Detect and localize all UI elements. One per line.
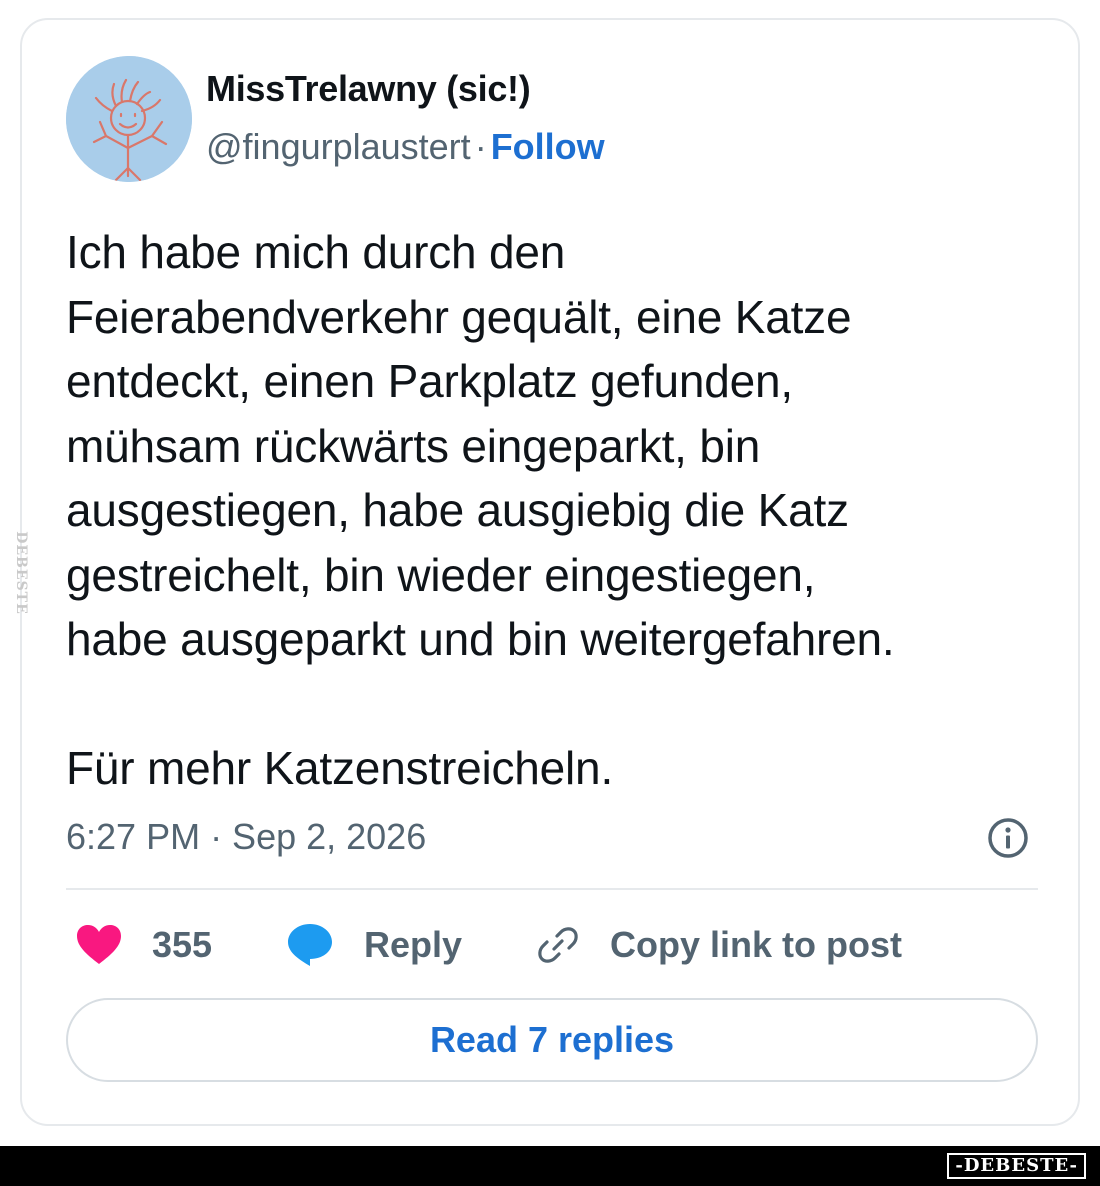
tweet-card: MissTrelawny (sic!) @fingurplaustert · Fol… xyxy=(20,18,1080,1126)
bottom-bar: -DEBESTE- xyxy=(0,1146,1100,1186)
side-watermark: DEBESTE xyxy=(13,531,29,615)
divider xyxy=(66,888,1038,890)
tweet-timestamp[interactable]: 6:27 PM · Sep 2, 2026 xyxy=(66,816,426,858)
reply-bubble-icon xyxy=(288,924,332,966)
side-watermark-text: DEBESTE xyxy=(13,531,29,615)
read-replies-button[interactable]: Read 7 replies xyxy=(66,998,1038,1082)
avatar[interactable] xyxy=(66,56,192,182)
reply-label: Reply xyxy=(364,924,463,965)
copy-link-button[interactable]: Copy link to post xyxy=(536,920,902,970)
like-count: 355 xyxy=(152,924,213,965)
follow-button[interactable]: Follow xyxy=(491,126,605,167)
like-button[interactable]: 355 xyxy=(76,920,212,970)
author-display-name[interactable]: MissTrelawny (sic!) xyxy=(206,68,531,110)
author-handle[interactable]: @fingurplaustert xyxy=(206,126,471,167)
avatar-drawing-icon xyxy=(66,56,192,182)
reply-button[interactable]: Reply xyxy=(286,920,462,970)
info-icon[interactable] xyxy=(986,816,1030,860)
copy-link-label: Copy link to post xyxy=(610,924,902,965)
handle-separator: · xyxy=(474,126,487,167)
author-handle-row: @fingurplaustert · Follow xyxy=(206,126,605,168)
action-bar: 355 Reply Copy link to post xyxy=(66,920,1038,970)
bottom-watermark-logo: -DEBESTE- xyxy=(947,1153,1086,1179)
heart-icon xyxy=(77,925,121,964)
tweet-text: Ich habe mich durch den Feierabendverkeh… xyxy=(66,226,895,794)
link-icon xyxy=(538,927,578,963)
